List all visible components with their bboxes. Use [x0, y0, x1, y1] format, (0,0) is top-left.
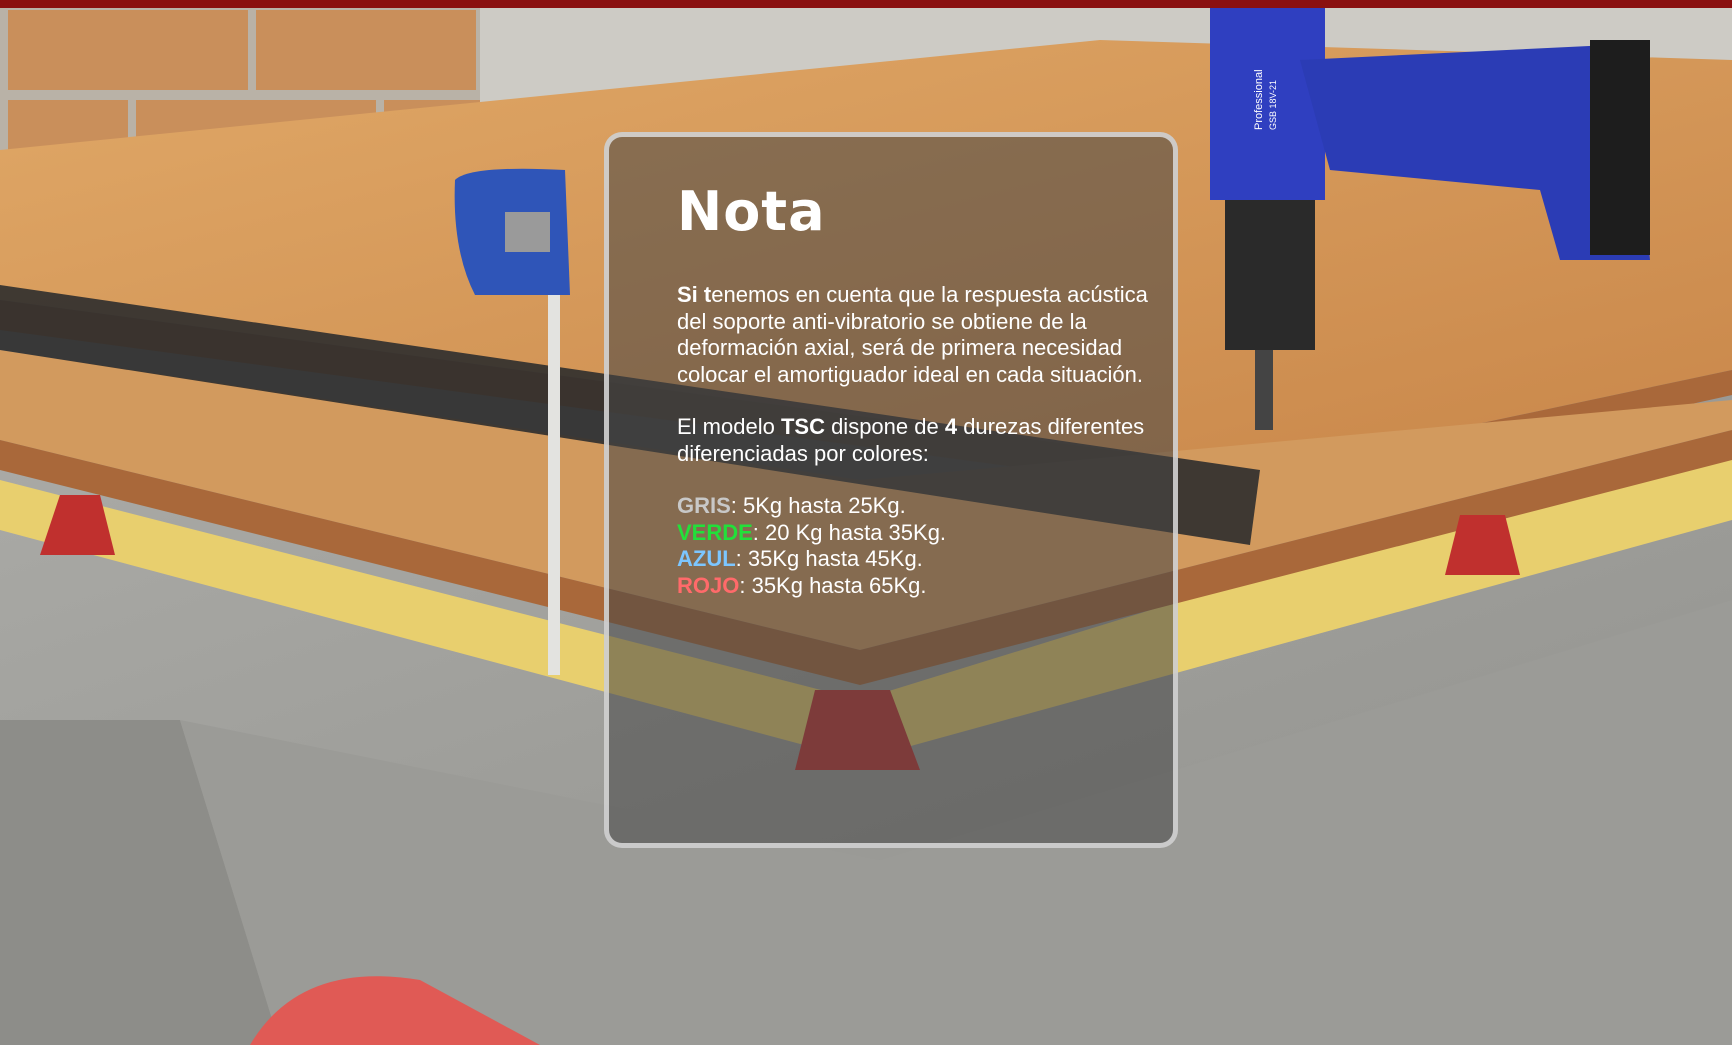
hardness-range-verde: : 20 Kg hasta 35Kg. — [752, 519, 947, 545]
note-para2-b: dispone de — [824, 414, 945, 439]
note-para1-rest: enemos en cuenta que la respuesta acústi… — [677, 282, 1148, 387]
hardness-item-rojo: ROJO: 35Kg hasta 65Kg. — [677, 573, 1157, 600]
note-body: Si tenemos en cuenta que la respuesta ac… — [677, 282, 1157, 599]
top-accent-bar — [0, 0, 1732, 8]
note-para1-bold: Si t — [677, 282, 712, 307]
hardness-color-rojo: ROJO — [677, 572, 740, 598]
note-paragraph-response: Si tenemos en cuenta que la respuesta ac… — [677, 282, 1157, 388]
note-hardness-count: 4 — [944, 414, 958, 439]
hardness-list: GRIS: 5Kg hasta 25Kg. VERDE: 20 Kg hasta… — [677, 493, 1157, 599]
hardness-range-rojo: : 35Kg hasta 65Kg. — [739, 572, 927, 598]
hardness-item-azul: AZUL: 35Kg hasta 45Kg. — [677, 546, 1157, 573]
hardness-item-gris: GRIS: 5Kg hasta 25Kg. — [677, 493, 1157, 520]
hardness-range-azul: : 35Kg hasta 45Kg. — [735, 546, 923, 571]
note-title: Nota — [677, 180, 826, 243]
drill-model-text: GSB 18V-21 — [1268, 80, 1278, 130]
note-model-name: TSC — [780, 414, 825, 439]
note-paragraph-model: El modelo TSC dispone de 4 durezas difer… — [677, 414, 1157, 467]
hardness-color-gris: GRIS — [677, 493, 731, 518]
hardness-color-verde: VERDE — [677, 519, 753, 545]
hardness-color-azul: AZUL — [677, 546, 736, 571]
hardness-item-verde: VERDE: 20 Kg hasta 35Kg. — [677, 520, 1157, 547]
note-para2-a: El modelo — [677, 414, 781, 439]
drill-brand-text: Professional — [1253, 69, 1265, 130]
hardness-range-gris: : 5Kg hasta 25Kg. — [730, 493, 906, 518]
